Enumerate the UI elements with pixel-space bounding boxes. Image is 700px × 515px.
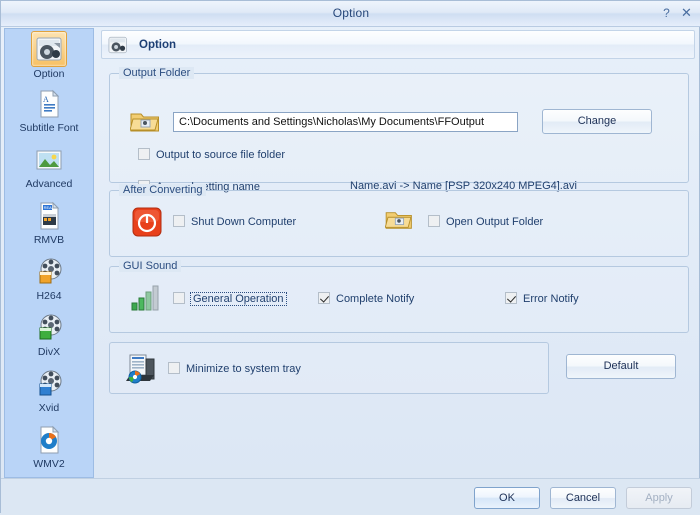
sidebar: Option A Subtitle Font Advanced REAL RMV… <box>4 28 94 478</box>
svg-text:REAL: REAL <box>44 205 55 210</box>
sidebar-item-xvid[interactable]: Xvid <box>5 367 93 421</box>
open-output-folder-row[interactable]: Open Output Folder <box>428 215 543 228</box>
help-button[interactable]: ? <box>658 5 675 21</box>
system-tray-group: Minimize to system tray <box>109 342 549 394</box>
gui-sound-legend: GUI Sound <box>119 260 182 272</box>
output-folder-legend: Output Folder <box>119 67 195 79</box>
sidebar-item-subtitle-font[interactable]: A Subtitle Font <box>5 87 93 141</box>
output-to-source-row[interactable]: Output to source file folder <box>138 148 285 161</box>
complete-notify-row[interactable]: Complete Notify <box>318 292 414 305</box>
xvid-icon <box>32 367 66 401</box>
folder-open-icon[interactable] <box>385 209 413 231</box>
content-pane: Option Output Folder C:\Documents and Se… <box>98 28 698 478</box>
sidebar-item-h264[interactable]: H264 <box>5 255 93 309</box>
window-title: Option <box>332 6 370 20</box>
divx-icon <box>32 311 66 345</box>
h264-icon <box>32 255 66 289</box>
shut-down-computer-checkbox[interactable] <box>173 215 185 227</box>
sidebar-item-label: RMVB <box>33 234 65 246</box>
ok-button[interactable]: OK <box>474 487 540 509</box>
page-title: Option <box>139 39 177 51</box>
sidebar-item-divx[interactable]: DivX <box>5 311 93 365</box>
error-notify-checkbox[interactable] <box>505 292 517 304</box>
sidebar-item-label: Option <box>33 68 65 80</box>
computer-tray-icon <box>126 353 160 385</box>
sidebar-item-label: WMV2 <box>33 458 65 470</box>
option-icon <box>107 34 129 56</box>
title-bar: Option ? ✕ <box>1 1 700 27</box>
sidebar-item-label: DivX <box>37 346 61 358</box>
advanced-icon <box>32 143 66 177</box>
sidebar-item-label: Subtitle Font <box>19 122 79 134</box>
wmv2-icon <box>32 423 66 457</box>
output-folder-group: Output Folder C:\Documents and Settings\… <box>109 67 689 193</box>
output-to-source-checkbox[interactable] <box>138 148 150 160</box>
sidebar-item-advanced[interactable]: Advanced <box>5 143 93 197</box>
sidebar-item-label: H264 <box>36 290 62 302</box>
sidebar-item-wmv2[interactable]: WMV2 <box>5 423 93 477</box>
page-header: Option <box>101 30 695 59</box>
minimize-to-tray-checkbox[interactable] <box>168 362 180 374</box>
open-output-folder-label: Open Output Folder <box>446 216 544 228</box>
subtitle-font-icon: A <box>32 87 66 121</box>
sidebar-item-label: Xvid <box>38 402 60 414</box>
sidebar-item-rmvb[interactable]: REAL RMVB <box>5 199 93 253</box>
power-off-icon[interactable] <box>132 207 162 237</box>
folder-open-icon[interactable] <box>130 110 160 134</box>
after-converting-group: After Converting Shut Down Computer Open… <box>109 184 689 257</box>
rmvb-icon: REAL <box>32 199 66 233</box>
shut-down-computer-row[interactable]: Shut Down Computer <box>173 215 296 228</box>
after-converting-legend: After Converting <box>119 184 207 196</box>
complete-notify-label: Complete Notify <box>336 293 415 305</box>
cancel-button[interactable]: Cancel <box>550 487 616 509</box>
general-operation-row[interactable]: General Operation <box>173 292 287 306</box>
svg-text:A: A <box>43 95 49 104</box>
error-notify-row[interactable]: Error Notify <box>505 292 579 305</box>
close-button[interactable]: ✕ <box>678 5 695 21</box>
minimize-to-tray-row[interactable]: Minimize to system tray <box>168 362 301 375</box>
output-path-input[interactable]: C:\Documents and Settings\Nicholas\My Do… <box>173 112 518 132</box>
footer-bar: OK Cancel Apply <box>1 478 700 515</box>
sidebar-item-option[interactable]: Option <box>5 31 93 85</box>
option-dialog-window: Option ? ✕ Option A Subtitle Font Advanc… <box>0 0 700 515</box>
output-to-source-label: Output to source file folder <box>156 149 286 161</box>
general-operation-label: General Operation <box>190 292 287 306</box>
default-button[interactable]: Default <box>566 354 676 379</box>
general-operation-checkbox[interactable] <box>173 292 185 304</box>
complete-notify-checkbox[interactable] <box>318 292 330 304</box>
gui-sound-group: GUI Sound General Operation Complete Not… <box>109 260 689 333</box>
open-output-folder-checkbox[interactable] <box>428 215 440 227</box>
apply-button: Apply <box>626 487 692 509</box>
option-icon <box>31 31 67 67</box>
minimize-to-tray-label: Minimize to system tray <box>186 363 301 375</box>
change-folder-button[interactable]: Change <box>542 109 652 134</box>
shut-down-computer-label: Shut Down Computer <box>191 216 297 228</box>
sidebar-item-label: Advanced <box>25 178 73 190</box>
error-notify-label: Error Notify <box>523 293 579 305</box>
signal-bars-icon <box>130 283 162 311</box>
